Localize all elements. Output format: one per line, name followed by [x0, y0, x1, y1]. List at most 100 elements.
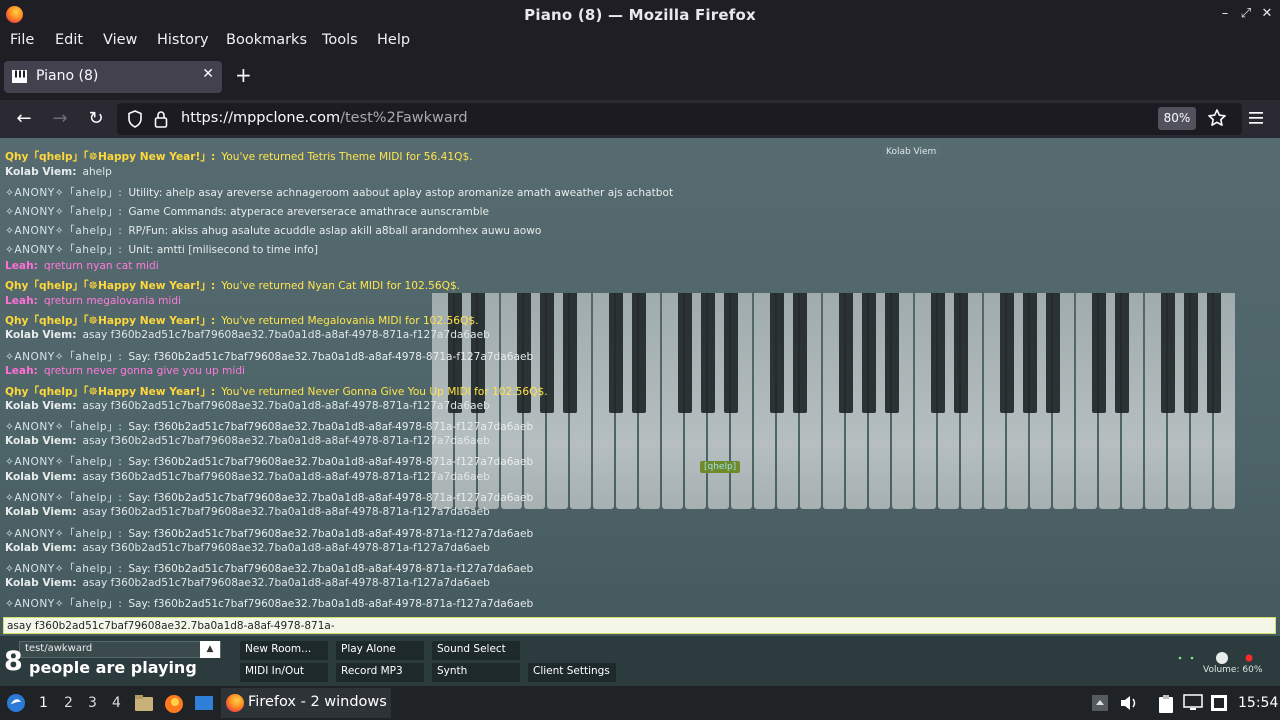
minimize-icon[interactable]: –	[1216, 4, 1234, 24]
piano-black-key[interactable]	[701, 293, 715, 413]
back-icon[interactable]: ←	[13, 108, 35, 130]
network-icon[interactable]	[1210, 694, 1228, 712]
chat-nick[interactable]: ✧ANONY✧「ahelp」:	[5, 225, 122, 237]
chat-nick[interactable]: Kolab Viem:	[5, 400, 76, 412]
menu-view[interactable]: View	[103, 32, 137, 48]
forward-icon[interactable]: →	[49, 108, 71, 130]
chat-nick[interactable]: Kolab Viem:	[5, 166, 76, 178]
piano-black-key[interactable]	[1161, 293, 1175, 413]
lock-icon[interactable]	[154, 110, 168, 128]
menu-history[interactable]: History	[157, 32, 209, 48]
chat-nick[interactable]: ✧ANONY✧「ahelp」:	[5, 244, 122, 256]
piano-black-key[interactable]	[609, 293, 623, 413]
piano-black-key[interactable]	[1023, 293, 1037, 413]
piano-black-key[interactable]	[1000, 293, 1014, 413]
record-mp3-button[interactable]: Record MP3	[336, 663, 424, 682]
chat-nick[interactable]: Leah:	[5, 260, 38, 272]
menu-hamburger-icon[interactable]	[1248, 110, 1264, 126]
chat-nick[interactable]: ✧ANONY✧「ahelp」:	[5, 206, 122, 218]
piano-black-key[interactable]	[1115, 293, 1129, 413]
workspace-3[interactable]: 3	[88, 695, 97, 711]
chat-nick[interactable]: Kolab Viem:	[5, 506, 76, 518]
new-room-button[interactable]: New Room...	[240, 641, 328, 660]
tab-close-icon[interactable]: ✕	[202, 66, 214, 82]
monitor-icon[interactable]	[1183, 694, 1203, 712]
room-select[interactable]: test/awkward ▲	[19, 641, 221, 658]
menu-bookmarks[interactable]: Bookmarks	[226, 32, 307, 48]
piano-keyboard[interactable]	[432, 293, 1235, 509]
taskbar-firefox-button[interactable]: Firefox - 2 windows	[221, 688, 391, 718]
url-text[interactable]: https://mppclone.com/test%2Fawkward	[181, 110, 468, 126]
piano-black-key[interactable]	[724, 293, 738, 413]
chat-nick[interactable]: Qhy「qhelp」「☸Happy New Year!」:	[5, 315, 215, 327]
bookmark-star-icon[interactable]	[1207, 108, 1227, 128]
midi-in-out-button[interactable]: MIDI In/Out	[240, 663, 328, 682]
firefox-launcher-icon[interactable]	[164, 694, 184, 714]
chat-text: Say: f360b2ad51c7baf79608ae32.7ba0a1d8-a…	[128, 563, 534, 575]
chat-nick[interactable]: ✧ANONY✧「ahelp」:	[5, 598, 122, 610]
chat-nick[interactable]: ✧ANONY✧「ahelp」:	[5, 563, 122, 575]
piano-black-key[interactable]	[931, 293, 945, 413]
piano-black-key[interactable]	[885, 293, 899, 413]
chat-nick[interactable]: Kolab Viem:	[5, 471, 76, 483]
shield-icon[interactable]	[127, 110, 143, 128]
chat-nick[interactable]: Qhy「qhelp」「☸Happy New Year!」:	[5, 386, 215, 398]
chat-nick[interactable]: Qhy「qhelp」「☸Happy New Year!」:	[5, 151, 215, 163]
tray-up-arrow-icon[interactable]	[1091, 694, 1109, 712]
piano-black-key[interactable]	[678, 293, 692, 413]
start-menu-icon[interactable]	[6, 693, 26, 713]
chat-nick[interactable]: ✧ANONY✧「ahelp」:	[5, 351, 122, 363]
chat-nick[interactable]: ✧ANONY✧「ahelp」:	[5, 421, 122, 433]
taskbar: 1 2 3 4 Firefox - 2 windows 15:54	[0, 686, 1280, 720]
menu-help[interactable]: Help	[377, 32, 410, 48]
chat-message: ✧ANONY✧「ahelp」: Say: f360b2ad51c7baf79608…	[5, 596, 533, 611]
close-window-icon[interactable]: ✕	[1258, 4, 1276, 24]
new-tab-icon[interactable]: +	[235, 65, 252, 85]
chat-nick[interactable]: ✧ANONY✧「ahelp」:	[5, 456, 122, 468]
piano-black-key[interactable]	[862, 293, 876, 413]
piano-black-key[interactable]	[632, 293, 646, 413]
piano-black-key[interactable]	[839, 293, 853, 413]
maximize-icon[interactable]: ⤢	[1237, 4, 1255, 24]
chat-nick[interactable]: Kolab Viem:	[5, 542, 76, 554]
piano-black-key[interactable]	[1207, 293, 1221, 413]
piano-black-key[interactable]	[954, 293, 968, 413]
piano-black-key[interactable]	[1092, 293, 1106, 413]
piano-black-key[interactable]	[770, 293, 784, 413]
chat-nick[interactable]: ✧ANONY✧「ahelp」:	[5, 528, 122, 540]
piano-black-key[interactable]	[1046, 293, 1060, 413]
sound-select-button[interactable]: Sound Select	[432, 641, 520, 660]
show-desktop-icon[interactable]	[194, 694, 214, 712]
chat-nick[interactable]: Qhy「qhelp」「☸Happy New Year!」:	[5, 280, 215, 292]
window-titlebar: Piano (8) — Mozilla Firefox – ⤢ ✕	[0, 0, 1280, 29]
menu-edit[interactable]: Edit	[55, 32, 83, 48]
chat-input[interactable]	[3, 617, 1276, 634]
workspace-1[interactable]: 1	[39, 695, 48, 711]
chat-nick[interactable]: Kolab Viem:	[5, 329, 76, 341]
piano-black-key[interactable]	[563, 293, 577, 413]
chat-nick[interactable]: ✧ANONY✧「ahelp」:	[5, 492, 122, 504]
volume-knob-icon[interactable]	[1176, 648, 1266, 664]
chat-nick[interactable]: ✧ANONY✧「ahelp」:	[5, 187, 122, 199]
synth-button[interactable]: Synth	[432, 663, 520, 682]
tab-piano[interactable]: Piano (8) ✕	[4, 61, 222, 93]
url-bar[interactable]: https://mppclone.com/test%2Fawkward	[117, 103, 1242, 135]
chat-nick[interactable]: Kolab Viem:	[5, 577, 76, 589]
client-settings-button[interactable]: Client Settings	[528, 663, 616, 682]
clipboard-icon[interactable]	[1156, 694, 1176, 714]
workspace-2[interactable]: 2	[64, 695, 73, 711]
play-alone-button[interactable]: Play Alone	[336, 641, 424, 660]
chevron-up-icon[interactable]: ▲	[200, 641, 220, 658]
zoom-level-button[interactable]: 80%	[1158, 107, 1196, 130]
speaker-icon[interactable]	[1119, 694, 1139, 712]
piano-black-key[interactable]	[1184, 293, 1198, 413]
chat-nick[interactable]: Kolab Viem:	[5, 435, 76, 447]
menu-file[interactable]: File	[10, 32, 34, 48]
piano-black-key[interactable]	[793, 293, 807, 413]
chat-nick[interactable]: Leah:	[5, 295, 38, 307]
menu-tools[interactable]: Tools	[322, 32, 358, 48]
workspace-4[interactable]: 4	[112, 695, 121, 711]
chat-nick[interactable]: Leah:	[5, 365, 38, 377]
file-manager-icon[interactable]	[134, 694, 154, 712]
reload-icon[interactable]: ↻	[85, 108, 107, 130]
